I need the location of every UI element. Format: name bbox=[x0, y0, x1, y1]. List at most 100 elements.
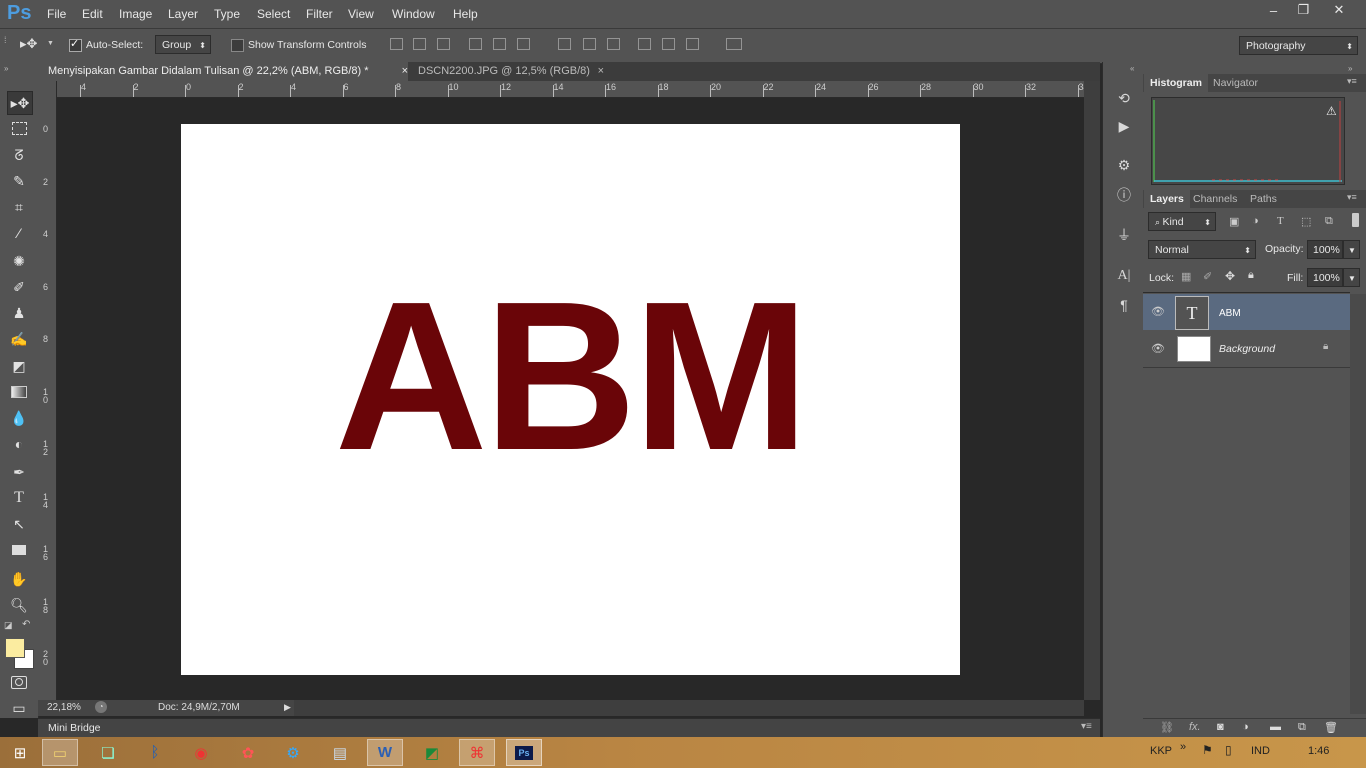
eyedropper-tool-icon[interactable]: ⁄ bbox=[7, 222, 31, 244]
fill-slider-button[interactable]: ▼ bbox=[1343, 268, 1360, 287]
menu-image[interactable]: Image bbox=[119, 7, 152, 21]
move-tool-icon[interactable]: ▸✥ bbox=[7, 91, 33, 115]
tab-dscn2200[interactable]: DSCN2200.JPG @ 12,5% (RGB/8) × bbox=[408, 62, 608, 81]
lock-position-icon[interactable]: ✥ bbox=[1225, 269, 1235, 283]
lock-image-icon[interactable]: ✐ bbox=[1203, 270, 1212, 283]
filter-adjustment-icon[interactable]: ◑ bbox=[1252, 215, 1265, 228]
distribute-vcenter-icon[interactable] bbox=[583, 38, 596, 50]
menu-help[interactable]: Help bbox=[453, 7, 478, 21]
align-right-icon[interactable] bbox=[517, 38, 530, 50]
filter-type-icon[interactable]: T bbox=[1277, 215, 1290, 228]
clone-stamp-tool-icon[interactable]: ♟ bbox=[7, 302, 31, 324]
filter-toggle[interactable] bbox=[1352, 213, 1359, 227]
align-top-icon[interactable] bbox=[390, 38, 403, 50]
show-hidden-icons[interactable]: » bbox=[1180, 741, 1186, 753]
warning-icon[interactable]: ⚠ bbox=[1326, 104, 1337, 118]
input-language[interactable]: IND bbox=[1251, 745, 1270, 757]
eye-icon[interactable]: 👁︎ bbox=[1151, 342, 1165, 355]
dodge-tool-icon[interactable]: ◐ bbox=[7, 433, 31, 455]
menu-edit[interactable]: Edit bbox=[82, 7, 103, 21]
hand-tool-icon[interactable]: ✋ bbox=[7, 568, 31, 590]
show-transform-checkbox[interactable] bbox=[231, 39, 244, 52]
menu-type[interactable]: Type bbox=[214, 7, 240, 21]
foreground-color-swatch[interactable] bbox=[5, 638, 25, 658]
menu-select[interactable]: Select bbox=[257, 7, 290, 21]
expand-icon[interactable]: « bbox=[1130, 64, 1134, 73]
acrobat-icon[interactable]: ⌘ bbox=[459, 739, 495, 766]
type-tool-icon[interactable]: T bbox=[7, 487, 31, 509]
filter-smart-object-icon[interactable]: ⧉ bbox=[1325, 215, 1338, 228]
menu-layer[interactable]: Layer bbox=[168, 7, 198, 21]
document-canvas[interactable]: ABM bbox=[181, 124, 960, 675]
tab-channels[interactable]: Channels bbox=[1187, 190, 1243, 208]
lasso-tool-icon[interactable]: ᘔ bbox=[7, 144, 31, 166]
opacity-field[interactable]: 100% bbox=[1307, 240, 1343, 259]
minimize-button[interactable]: – bbox=[1257, 0, 1290, 20]
eraser-tool-icon[interactable]: ◩ bbox=[7, 355, 31, 377]
tab-paths[interactable]: Paths bbox=[1244, 190, 1283, 208]
chevron-down-icon[interactable]: ▼ bbox=[47, 40, 54, 47]
history-brush-tool-icon[interactable]: ✍ bbox=[7, 328, 31, 350]
blur-tool-icon[interactable]: 💧 bbox=[7, 407, 31, 429]
network-app-icon[interactable]: ⚙ bbox=[275, 739, 311, 766]
filter-kind-dropdown[interactable]: ⌕ Kind ⬍ bbox=[1148, 212, 1216, 231]
blend-mode-dropdown[interactable]: Normal ⬍ bbox=[1148, 240, 1256, 259]
auto-select-mode-dropdown[interactable]: Group ⬍ bbox=[155, 35, 211, 54]
opacity-slider-button[interactable]: ▼ bbox=[1343, 240, 1360, 259]
align-bottom-icon[interactable] bbox=[437, 38, 450, 50]
layer-row-background[interactable]: 👁︎ Background 🔒︎ bbox=[1143, 331, 1350, 368]
distribute-hcenter-icon[interactable] bbox=[662, 38, 675, 50]
chrome-icon[interactable]: ◉ bbox=[183, 739, 219, 766]
lock-transparent-icon[interactable]: ▦ bbox=[1181, 270, 1191, 283]
panel-menu-icon[interactable]: ▾≡ bbox=[1347, 76, 1357, 87]
mini-bridge-label[interactable]: Mini Bridge bbox=[48, 722, 101, 734]
auto-align-layers-icon[interactable] bbox=[726, 38, 742, 50]
panel-menu-icon[interactable]: ▾≡ bbox=[1347, 192, 1357, 203]
collapse-icon[interactable]: » bbox=[4, 64, 8, 73]
distribute-top-icon[interactable] bbox=[558, 38, 571, 50]
trash-icon[interactable]: 🗑︎ bbox=[1324, 721, 1338, 734]
file-explorer-icon[interactable]: ▭ bbox=[42, 739, 78, 766]
document-info-icon[interactable]: ◔ bbox=[95, 701, 107, 713]
move-tool-preset-icon[interactable]: ▸✥ bbox=[20, 36, 37, 52]
camtasia-icon[interactable]: ◩ bbox=[414, 739, 450, 766]
info-panel-icon[interactable]: ⓘ bbox=[1114, 185, 1134, 205]
zoom-level[interactable]: 22,18% bbox=[47, 702, 81, 713]
tab-navigator[interactable]: Navigator bbox=[1207, 74, 1264, 92]
add-mask-icon[interactable]: ◙ bbox=[1217, 721, 1224, 733]
align-vcenter-icon[interactable] bbox=[413, 38, 426, 50]
menu-view[interactable]: View bbox=[348, 7, 374, 21]
fill-field[interactable]: 100% bbox=[1307, 268, 1343, 287]
abm-text-layer[interactable]: ABM bbox=[335, 257, 810, 494]
default-colors-icon[interactable]: ◪ bbox=[4, 620, 13, 631]
horizontal-scrollbar[interactable] bbox=[294, 700, 1084, 716]
history-panel-icon[interactable]: ⟲ bbox=[1114, 88, 1134, 108]
windows-start-icon[interactable]: ⊞ bbox=[2, 739, 38, 766]
vertical-scrollbar[interactable] bbox=[1084, 81, 1100, 700]
new-group-icon[interactable]: ▬ bbox=[1270, 721, 1281, 733]
photos-app-icon[interactable]: ❏ bbox=[90, 739, 126, 766]
tab-histogram[interactable]: Histogram bbox=[1144, 74, 1208, 92]
layer-name[interactable]: ABM bbox=[1219, 308, 1241, 319]
notepad-icon[interactable]: ▤ bbox=[322, 739, 358, 766]
character-panel-icon[interactable]: A| bbox=[1114, 266, 1134, 286]
lock-all-icon[interactable]: 🔒︎ bbox=[1248, 269, 1254, 282]
horizontal-ruler[interactable]: 420246810121416182022242628303234 bbox=[56, 81, 1089, 98]
adjustments-panel-icon[interactable]: ⏚ bbox=[1114, 225, 1134, 245]
screen-mode-icon[interactable]: ▭ bbox=[7, 697, 31, 719]
distribute-bottom-icon[interactable] bbox=[607, 38, 620, 50]
workspace-dropdown[interactable]: Photography ⬍ bbox=[1239, 36, 1358, 55]
close-window-button[interactable]: ✕ bbox=[1321, 0, 1357, 20]
swap-colors-icon[interactable]: ↶ bbox=[22, 619, 30, 630]
fx-icon[interactable]: fx. bbox=[1189, 721, 1201, 733]
paint-app-icon[interactable]: ✿ bbox=[230, 739, 266, 766]
layers-scrollbar[interactable] bbox=[1350, 294, 1366, 714]
battery-icon[interactable]: ▯ bbox=[1225, 743, 1232, 757]
eye-icon[interactable]: 👁︎ bbox=[1151, 305, 1165, 318]
word-icon[interactable]: W bbox=[367, 739, 403, 766]
keyboard-layout[interactable]: KKP bbox=[1150, 745, 1172, 757]
crop-tool-icon[interactable]: ⌗ bbox=[7, 196, 31, 218]
menu-window[interactable]: Window bbox=[392, 7, 435, 21]
properties-panel-icon[interactable]: ⚙ bbox=[1114, 155, 1134, 175]
filter-shape-icon[interactable]: ⬚ bbox=[1301, 215, 1314, 228]
